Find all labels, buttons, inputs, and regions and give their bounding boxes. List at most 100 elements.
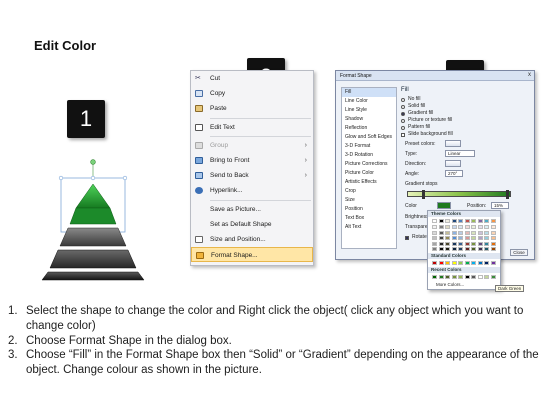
radio-no-fill[interactable]: No fill: [401, 96, 531, 103]
color-swatch[interactable]: [464, 230, 470, 235]
color-swatch[interactable]: [458, 275, 463, 279]
color-swatch[interactable]: [471, 247, 476, 251]
pyramid-tier-2[interactable]: [59, 227, 127, 247]
color-swatch[interactable]: [484, 236, 489, 240]
color-swatch[interactable]: [438, 225, 444, 229]
pyramid-top-tier-base[interactable]: [69, 207, 117, 225]
angle-input[interactable]: 270°: [445, 170, 463, 177]
color-swatch[interactable]: [484, 225, 489, 229]
color-swatch[interactable]: [471, 275, 476, 279]
color-swatch[interactable]: [477, 219, 483, 223]
color-swatch[interactable]: [445, 261, 450, 265]
category-text-box[interactable]: Text Box: [342, 214, 396, 223]
color-swatch[interactable]: [445, 247, 450, 251]
color-swatch[interactable]: [458, 236, 463, 240]
color-swatch[interactable]: [432, 275, 437, 279]
category-glow[interactable]: Glow and Soft Edges: [342, 133, 396, 142]
category-3d-rotation[interactable]: 3-D Rotation: [342, 151, 396, 160]
more-colors-link[interactable]: More Colors...: [428, 281, 500, 288]
preset-colors-dropdown[interactable]: [445, 140, 461, 147]
direction-dropdown[interactable]: [445, 160, 461, 167]
radio-gradient-fill[interactable]: Gradient fill: [401, 110, 531, 117]
category-fill[interactable]: Fill: [342, 88, 396, 97]
resize-handle[interactable]: [90, 175, 96, 181]
pyramid-tier-4[interactable]: [41, 271, 145, 281]
color-swatch[interactable]: [451, 230, 457, 235]
color-swatch[interactable]: [464, 247, 470, 251]
color-swatch[interactable]: [477, 230, 483, 235]
close-icon[interactable]: x: [528, 72, 531, 78]
color-swatch[interactable]: [438, 230, 444, 235]
color-swatch[interactable]: [490, 261, 496, 265]
menu-item-format-shape[interactable]: Format Shape...: [191, 247, 313, 263]
color-swatch[interactable]: [464, 261, 470, 265]
color-swatch[interactable]: [458, 241, 463, 246]
color-swatch[interactable]: [451, 261, 457, 265]
color-swatch[interactable]: [477, 261, 483, 265]
color-swatch[interactable]: [484, 241, 489, 246]
resize-handle[interactable]: [58, 175, 64, 181]
close-button[interactable]: Close: [510, 249, 528, 256]
resize-handle[interactable]: [122, 175, 128, 181]
rotate-handle[interactable]: [90, 159, 96, 165]
color-swatch[interactable]: [477, 241, 483, 246]
color-swatch[interactable]: [490, 247, 496, 251]
color-swatch[interactable]: [451, 241, 457, 246]
color-swatch[interactable]: [490, 230, 496, 235]
color-swatch[interactable]: [477, 275, 483, 279]
category-reflection[interactable]: Reflection: [342, 124, 396, 133]
category-line-style[interactable]: Line Style: [342, 106, 396, 115]
color-swatch[interactable]: [458, 261, 463, 265]
color-swatch[interactable]: [490, 225, 496, 229]
radio-picture-fill[interactable]: Picture or texture fill: [401, 117, 531, 124]
color-swatch[interactable]: [458, 219, 463, 223]
color-swatch[interactable]: [438, 247, 444, 251]
category-crop[interactable]: Crop: [342, 187, 396, 196]
position-input[interactable]: 15%: [491, 202, 509, 209]
menu-item-copy[interactable]: Copy: [191, 86, 313, 101]
gradient-stops-bar[interactable]: [407, 190, 511, 199]
color-swatch[interactable]: [464, 219, 470, 223]
category-alt-text[interactable]: Alt Text: [342, 223, 396, 232]
color-swatch[interactable]: [438, 236, 444, 240]
color-swatch[interactable]: [432, 225, 437, 229]
color-swatch[interactable]: [471, 236, 476, 240]
menu-item-paste[interactable]: Paste: [191, 101, 313, 116]
color-swatch[interactable]: [445, 225, 450, 229]
color-swatch[interactable]: [438, 261, 444, 265]
color-swatch[interactable]: [484, 247, 489, 251]
category-size[interactable]: Size: [342, 196, 396, 205]
color-swatch[interactable]: [490, 241, 496, 246]
radio-solid-fill[interactable]: Solid fill: [401, 103, 531, 110]
category-line-color[interactable]: Line Color: [342, 97, 396, 106]
color-swatch[interactable]: [438, 219, 444, 223]
menu-item-bring-to-front[interactable]: Bring to Front ›: [191, 153, 313, 168]
color-picker-button[interactable]: [437, 202, 451, 209]
color-swatch[interactable]: [432, 230, 437, 235]
pyramid-tier-3[interactable]: [49, 249, 137, 269]
color-swatch[interactable]: [432, 241, 437, 246]
color-swatch[interactable]: [464, 241, 470, 246]
category-3d-format[interactable]: 3-D Format: [342, 142, 396, 151]
menu-item-save-as-picture[interactable]: Save as Picture...: [191, 202, 313, 217]
color-swatch[interactable]: [464, 236, 470, 240]
gradient-stop-marker[interactable]: [506, 190, 509, 199]
color-swatch[interactable]: [432, 261, 437, 265]
pyramid-top-tier[interactable]: [75, 183, 111, 209]
color-swatch[interactable]: [471, 225, 476, 229]
color-swatch[interactable]: [477, 247, 483, 251]
color-swatch[interactable]: [477, 225, 483, 229]
color-swatch[interactable]: [471, 219, 476, 223]
color-swatch[interactable]: [490, 236, 496, 240]
category-picture-corrections[interactable]: Picture Corrections: [342, 160, 396, 169]
color-swatch[interactable]: [432, 236, 437, 240]
color-swatch[interactable]: [438, 275, 444, 279]
color-swatch[interactable]: [451, 219, 457, 223]
color-swatch[interactable]: [490, 275, 496, 279]
color-swatch[interactable]: [445, 230, 450, 235]
color-swatch[interactable]: [458, 247, 463, 251]
menu-item-cut[interactable]: ✂ Cut: [191, 71, 313, 86]
color-swatch[interactable]: [484, 230, 489, 235]
gradient-stop-marker[interactable]: [422, 190, 425, 199]
type-dropdown[interactable]: Linear: [445, 150, 475, 157]
